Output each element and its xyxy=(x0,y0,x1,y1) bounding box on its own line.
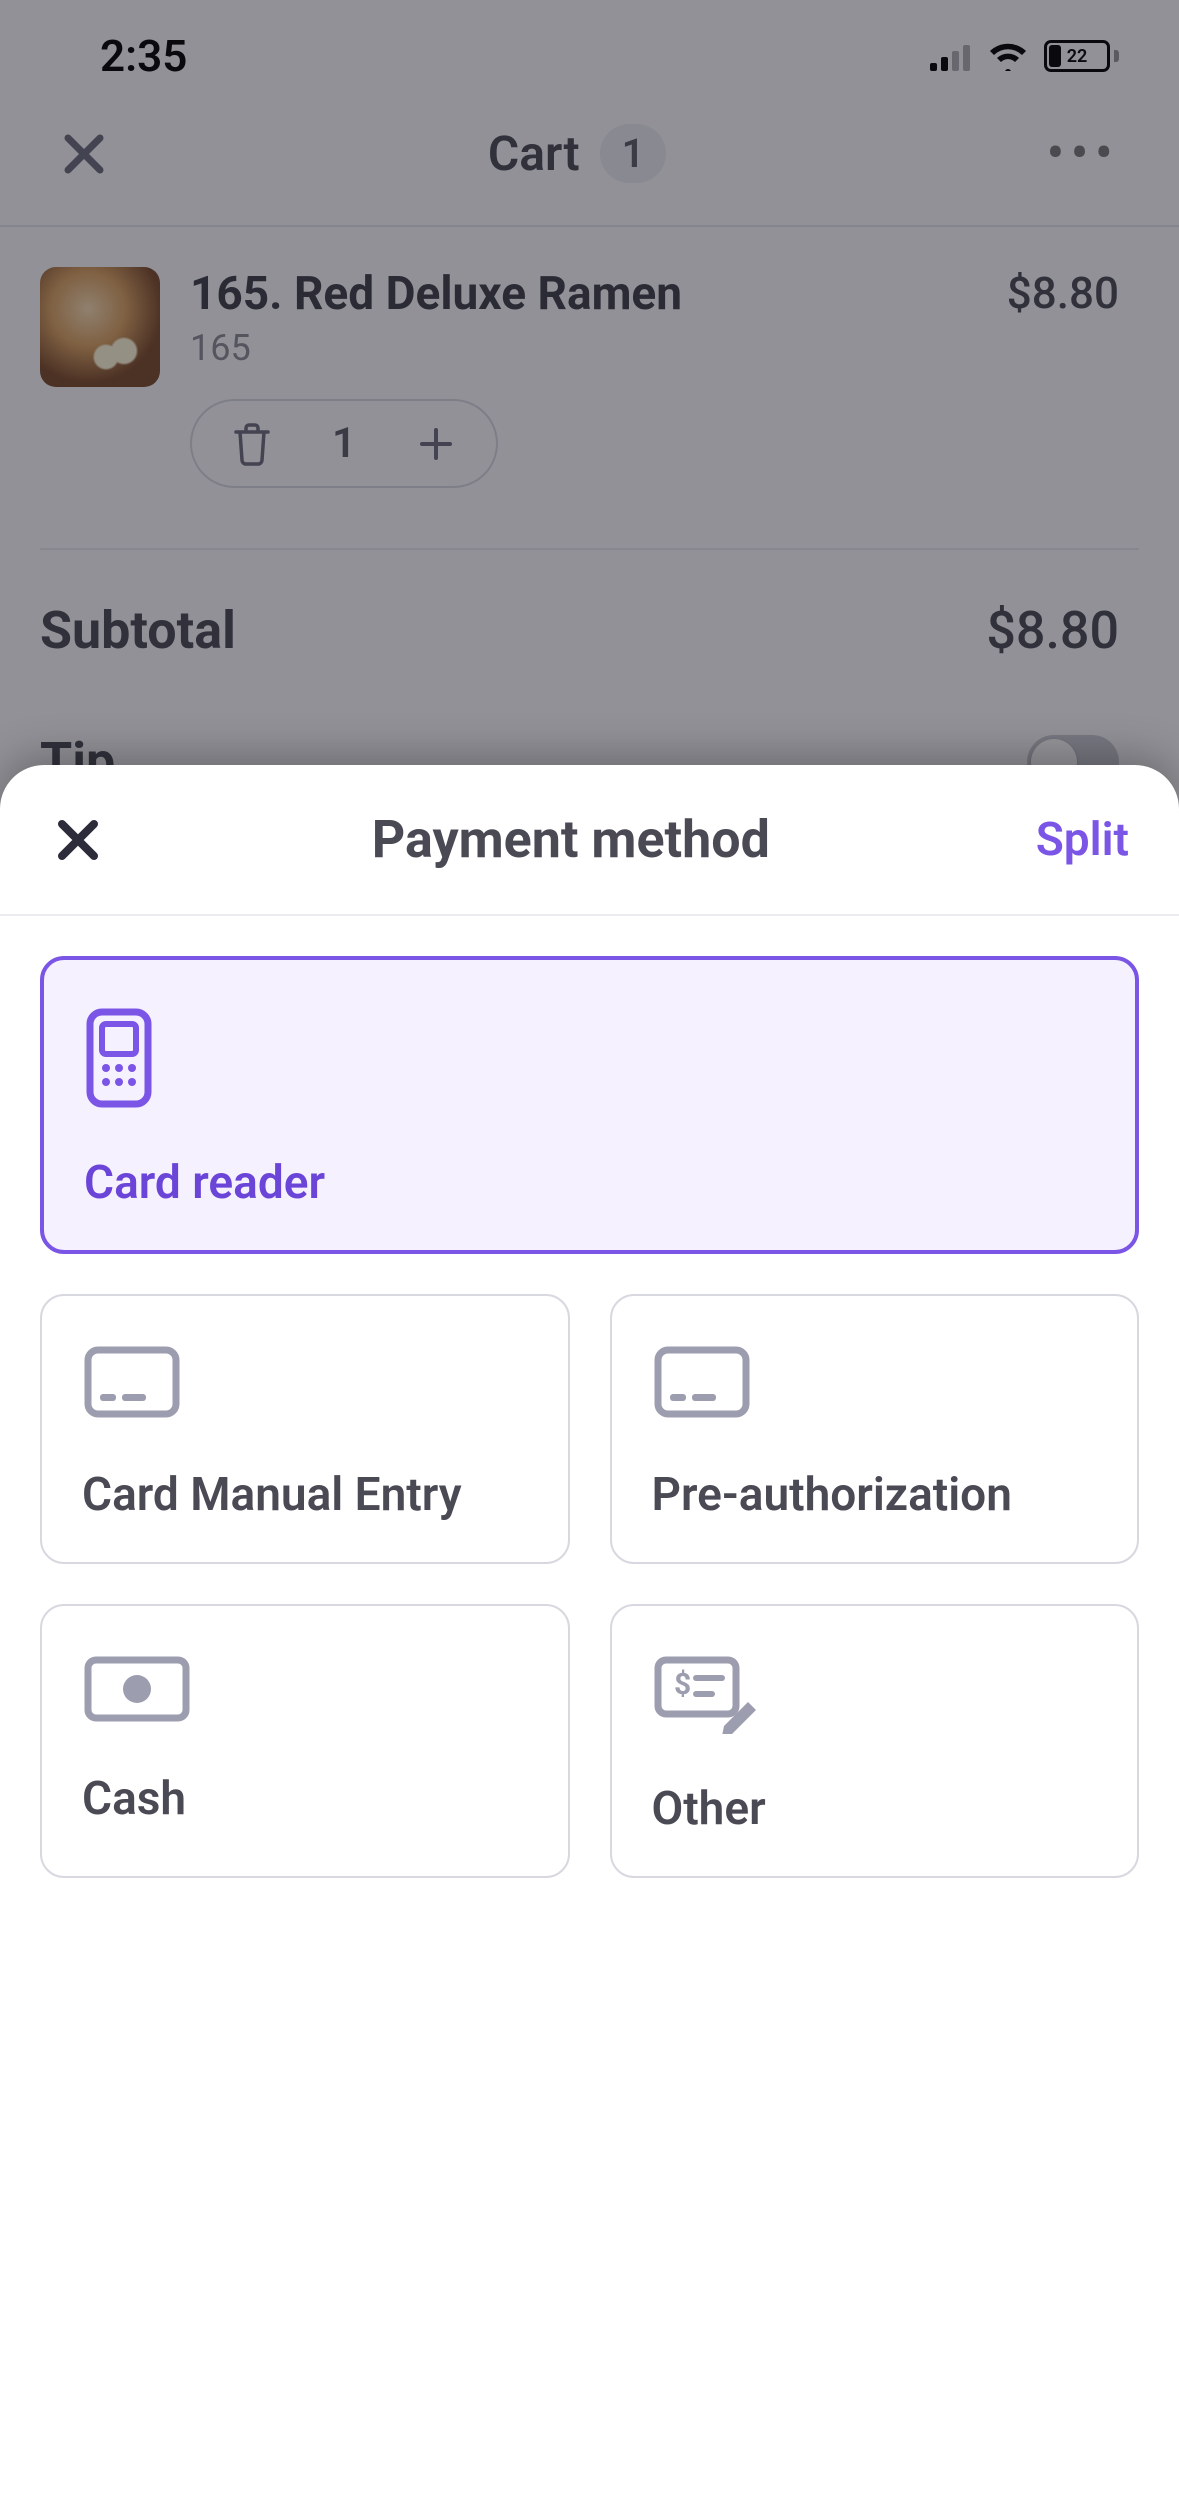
payment-method-sheet: Payment method Split Card reader Card Ma… xyxy=(0,765,1179,2502)
card-icon xyxy=(652,1344,1098,1424)
sheet-header: Payment method Split xyxy=(0,765,1179,916)
close-sheet-button[interactable] xyxy=(50,812,106,868)
card-reader-icon xyxy=(84,1008,1095,1112)
svg-text:$: $ xyxy=(674,1667,691,1702)
option-cash[interactable]: Cash xyxy=(40,1604,570,1878)
option-other[interactable]: $ Other xyxy=(610,1604,1140,1878)
payment-options: Card reader Card Manual Entry Pre-author… xyxy=(0,916,1179,1918)
option-label: Other xyxy=(652,1782,1098,1836)
option-label: Card Manual Entry xyxy=(82,1468,528,1522)
option-label: Card reader xyxy=(84,1156,1095,1210)
option-card-manual[interactable]: Card Manual Entry xyxy=(40,1294,570,1564)
sheet-title: Payment method xyxy=(372,809,770,870)
option-preauth[interactable]: Pre-authorization xyxy=(610,1294,1140,1564)
cash-icon xyxy=(82,1654,528,1728)
option-label: Cash xyxy=(82,1772,528,1826)
card-icon xyxy=(82,1344,528,1424)
option-card-reader[interactable]: Card reader xyxy=(40,956,1139,1254)
split-button[interactable]: Split xyxy=(1036,813,1129,867)
other-payment-icon: $ xyxy=(652,1654,1098,1738)
option-label: Pre-authorization xyxy=(652,1468,1098,1522)
